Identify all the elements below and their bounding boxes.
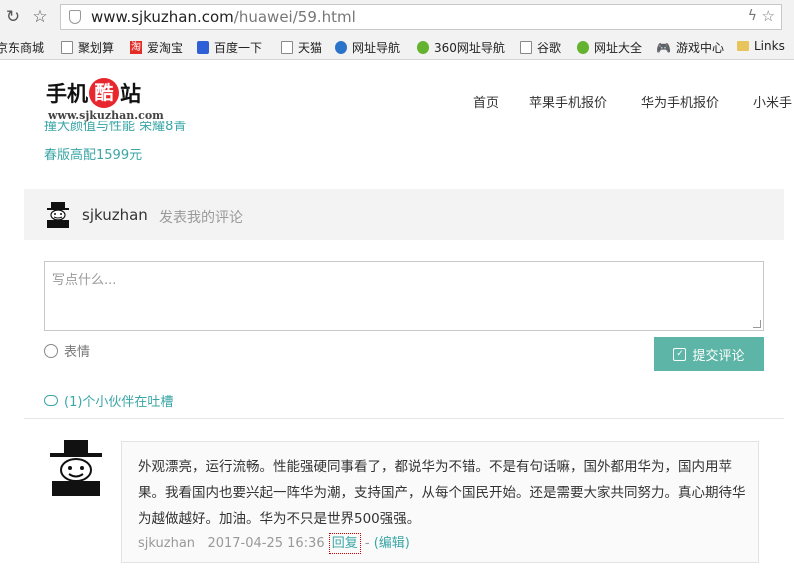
bookmark-google[interactable]: 谷歌	[520, 39, 561, 56]
bookmarks-bar: 京东商城 聚划算 淘爱淘宝 百度一下 天猫 网址导航 360网址导航 谷歌 网址…	[0, 34, 794, 60]
bookmark-games[interactable]: 🎮 游戏中心	[656, 39, 724, 56]
bookmark-aitaobao[interactable]: 淘爱淘宝	[130, 39, 183, 56]
submit-comment-button[interactable]: ✓ 提交评论	[654, 337, 764, 371]
globe-icon	[335, 41, 347, 54]
baidu-paw-icon	[197, 41, 209, 54]
360-icon	[577, 41, 589, 54]
bookmark-star-icon[interactable]: ☆	[29, 6, 51, 28]
bookmark-jd[interactable]: 京东商城	[0, 39, 44, 56]
resize-handle-icon[interactable]	[753, 320, 761, 328]
user-avatar-icon	[47, 202, 69, 228]
gamepad-icon: 🎮	[656, 41, 671, 55]
360-icon	[417, 41, 429, 54]
nav-apple-prices[interactable]: 苹果手机报价	[529, 92, 607, 111]
edit-link[interactable]: (编辑)	[374, 536, 410, 551]
address-bar[interactable]: www.sjkuzhan.com/huawei/59.html ϟ ☆	[60, 4, 782, 30]
prev-article-link-2[interactable]: 春版高配1599元	[44, 144, 142, 163]
comment-text: 外观漂亮，运行流畅。性能强硬同事看了，都说华为不错。不是有句话嘛，国外都用华为，…	[138, 459, 746, 527]
bookmark-360[interactable]: 360网址导航	[417, 39, 505, 56]
prev-article-link[interactable]: 撞大颜值与性能 荣耀8青	[44, 121, 186, 131]
bookmark-links[interactable]: Links	[737, 39, 785, 53]
site-header: 手机酷站 www.sjkuzhan.com 首页 苹果手机报价 华为手机报价 小…	[0, 60, 794, 130]
nav-xiaomi-prices[interactable]: 小米手	[753, 92, 792, 111]
bookmark-baidu[interactable]: 百度一下	[197, 39, 262, 56]
security-shield-icon	[69, 10, 81, 24]
page-icon	[281, 41, 293, 54]
submit-label: 提交评论	[692, 348, 745, 364]
comment-textarea[interactable]: 写点什么...	[44, 261, 764, 331]
bookmark-wangzhi[interactable]: 网址导航	[335, 39, 400, 56]
emoji-label: 表情	[64, 345, 91, 360]
taobao-icon: 淘	[130, 41, 142, 54]
comment-count: (1)个小伙伴在吐槽	[44, 391, 173, 410]
page-icon	[520, 41, 532, 54]
reply-link[interactable]: 回复	[328, 533, 361, 554]
site-logo[interactable]: 手机酷站	[46, 78, 141, 110]
favorite-star-icon[interactable]: ☆	[762, 7, 775, 25]
comment-count-label: (1)个小伙伴在吐槽	[64, 395, 174, 410]
reload-icon[interactable]: ↻	[2, 6, 24, 28]
browser-toolbar: ↻ ☆ www.sjkuzhan.com/huawei/59.html ϟ ☆	[0, 0, 794, 34]
comment-form-header: sjkuzhan 发表我的评论	[24, 189, 784, 240]
comment-bubble-icon	[44, 395, 58, 406]
bookmark-daquan[interactable]: 网址大全	[577, 39, 642, 56]
comment-time: 2017-04-25 16:36	[207, 536, 325, 551]
check-icon: ✓	[673, 347, 687, 361]
comment-item: 外观漂亮，运行流畅。性能强硬同事看了，都说华为不错。不是有句话嘛，国外都用华为，…	[121, 441, 759, 563]
commenter-avatar-icon	[50, 440, 102, 496]
url-text: www.sjkuzhan.com/huawei/59.html	[91, 8, 356, 26]
fast-mode-icon[interactable]: ϟ	[748, 8, 757, 24]
comment-username: sjkuzhan	[82, 206, 148, 224]
emoji-button[interactable]: 表情	[44, 341, 90, 360]
bookmark-tmall[interactable]: 天猫	[281, 39, 322, 56]
comment-form-label: 发表我的评论	[159, 210, 243, 226]
folder-icon	[737, 41, 749, 51]
smile-icon	[44, 343, 58, 358]
divider	[24, 418, 784, 419]
bookmark-juhuasuan[interactable]: 聚划算	[61, 39, 114, 56]
comment-author[interactable]: sjkuzhan	[138, 536, 195, 551]
nav-huawei-prices[interactable]: 华为手机报价	[641, 92, 719, 111]
nav-home[interactable]: 首页	[473, 92, 499, 111]
comment-placeholder: 写点什么...	[52, 273, 117, 288]
comment-meta: sjkuzhan 2017-04-25 16:36 回复 - (编辑)	[138, 532, 410, 554]
page-icon	[61, 41, 73, 54]
